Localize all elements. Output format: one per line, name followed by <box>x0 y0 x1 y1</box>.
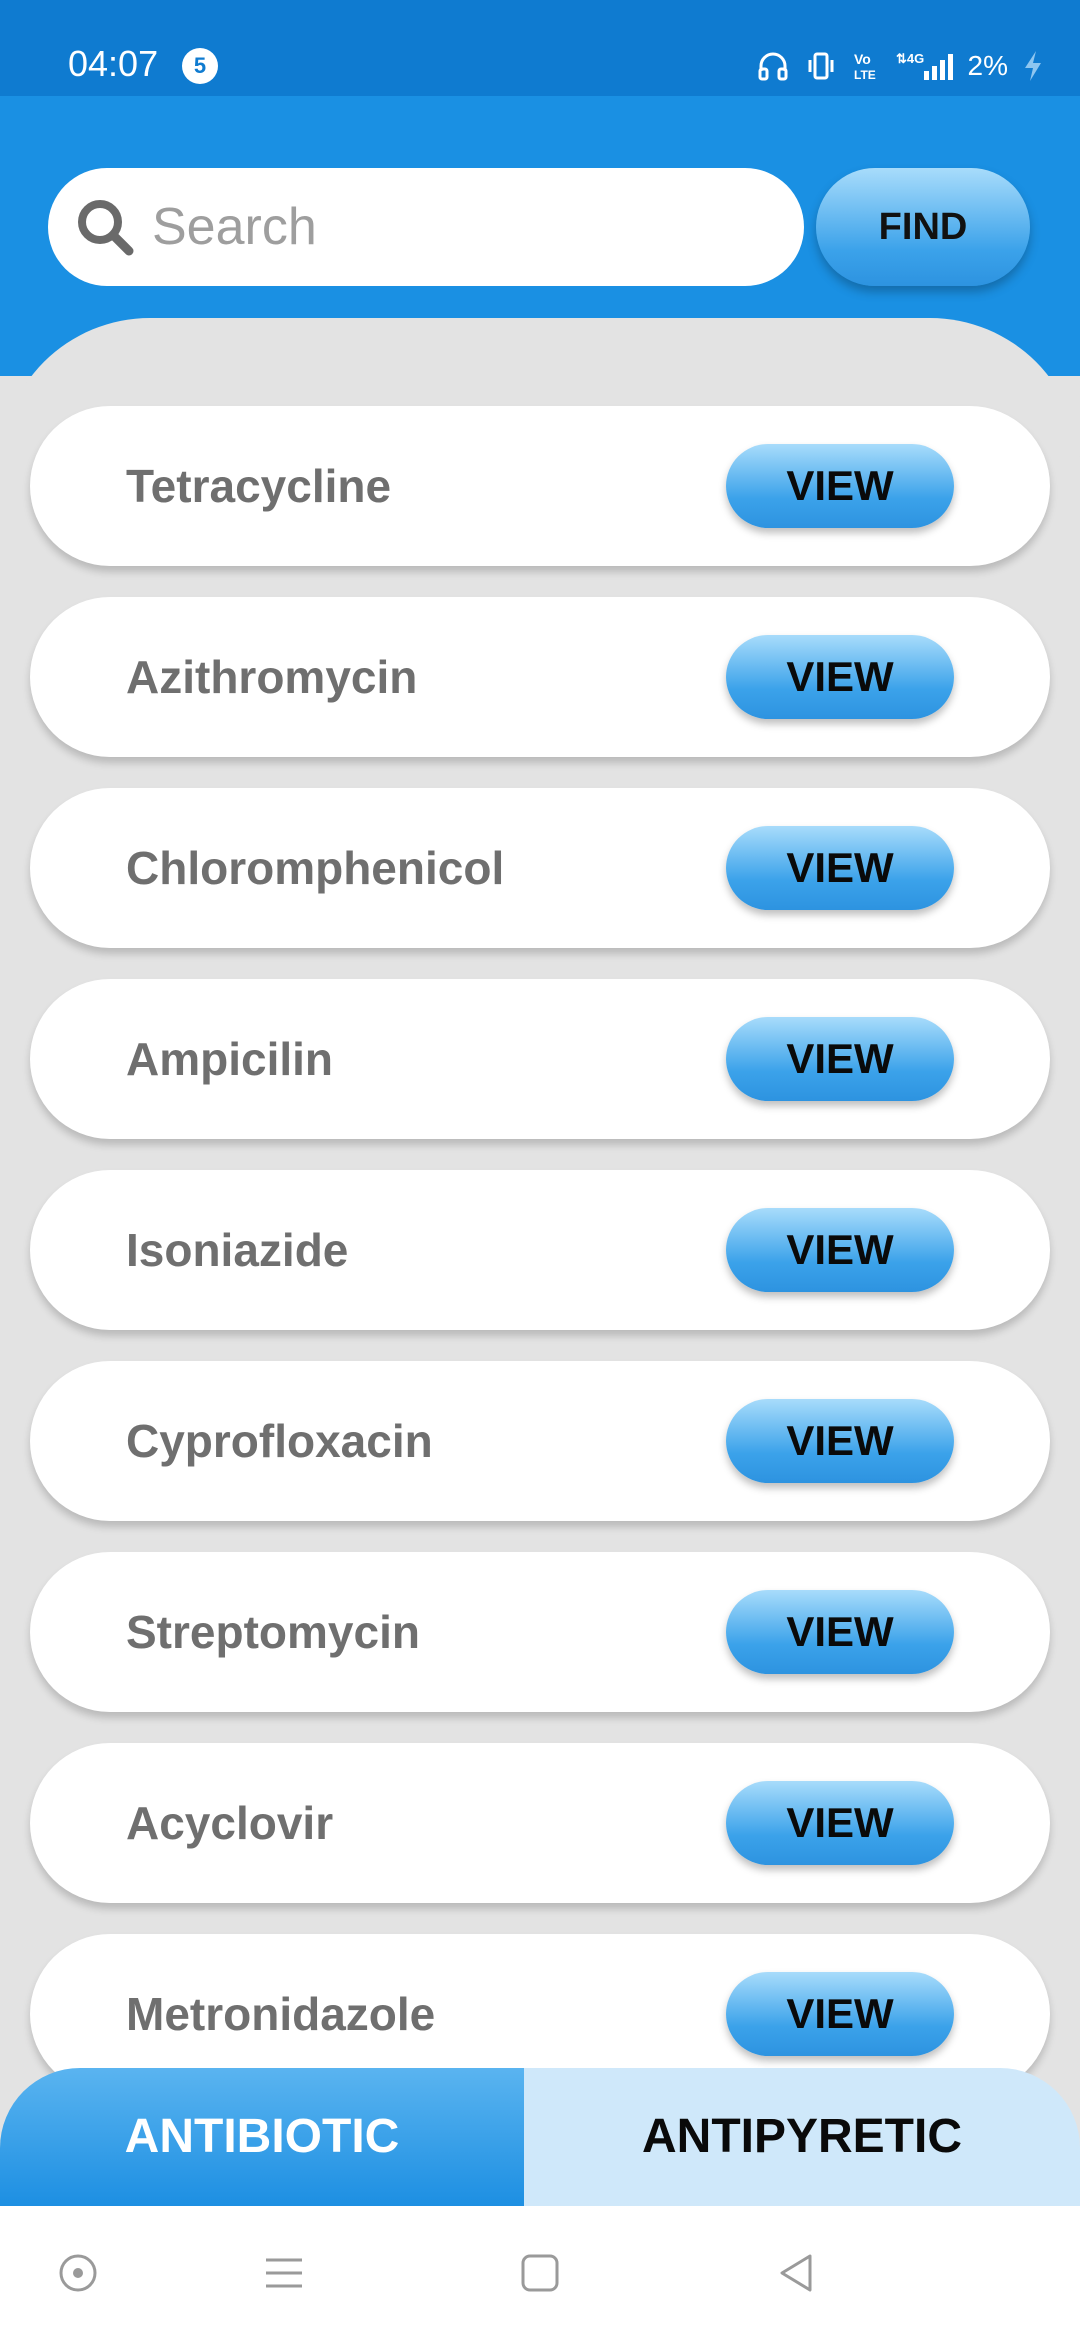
view-button[interactable]: VIEW <box>726 1208 954 1292</box>
search-input[interactable] <box>150 196 754 258</box>
view-button[interactable]: VIEW <box>726 635 954 719</box>
list-item: Tetracycline VIEW <box>30 406 1050 566</box>
medicine-name: Ampicilin <box>126 1033 334 1085</box>
view-button[interactable]: VIEW <box>726 1781 954 1865</box>
list-item: Chloromphenicol VIEW <box>30 788 1050 948</box>
back-icon[interactable] <box>774 2251 818 2295</box>
battery-percent: 2% <box>967 50 1008 81</box>
view-button[interactable]: VIEW <box>726 1590 954 1674</box>
view-button[interactable]: VIEW <box>726 1017 954 1101</box>
status-icons: Vo LTE ⇅4G 2% <box>756 46 1044 86</box>
list-item: Azithromycin VIEW <box>30 597 1050 757</box>
assistant-icon[interactable] <box>56 2251 100 2295</box>
tab-antipyretic[interactable]: ANTIPYRETIC <box>524 2068 1080 2206</box>
status-time: 04:07 <box>68 43 159 84</box>
menu-icon[interactable] <box>262 2251 306 2295</box>
vibrate-icon <box>808 52 834 80</box>
view-button[interactable]: VIEW <box>726 1399 954 1483</box>
list-item: Cyprofloxacin VIEW <box>30 1361 1050 1521</box>
medicine-name: Azithromycin <box>126 651 418 703</box>
status-bar: 04:07 5 Vo LTE ⇅4G 2% <box>0 0 1080 96</box>
medicine-name: Tetracycline <box>126 460 392 512</box>
medicine-list-panel: Tetracycline VIEW Azithromycin VIEW Chlo… <box>0 318 1080 2118</box>
medicine-name: Cyprofloxacin <box>126 1415 433 1467</box>
medicine-list: Tetracycline VIEW Azithromycin VIEW Chlo… <box>30 406 1050 2125</box>
medicine-name: Streptomycin <box>126 1606 420 1658</box>
medicine-name: Isoniazide <box>126 1224 349 1276</box>
view-button[interactable]: VIEW <box>726 1972 954 2056</box>
battery-charging-icon <box>1025 51 1041 81</box>
search-icon <box>78 200 134 256</box>
volte-icon: Vo LTE <box>854 51 876 82</box>
find-button[interactable]: FIND <box>816 168 1030 286</box>
system-navigation-bar <box>0 2206 1080 2340</box>
notification-badge: 5 <box>182 48 218 84</box>
view-button[interactable]: VIEW <box>726 826 954 910</box>
list-item: Isoniazide VIEW <box>30 1170 1050 1330</box>
4g-signal-icon: ⇅4G <box>896 51 953 80</box>
medicine-name: Chloromphenicol <box>126 842 505 894</box>
list-item: Ampicilin VIEW <box>30 979 1050 1139</box>
medicine-name: Acyclovir <box>126 1797 334 1849</box>
list-item: Streptomycin VIEW <box>30 1552 1050 1712</box>
svg-text:⇅4G: ⇅4G <box>896 51 924 66</box>
list-item: Acyclovir VIEW <box>30 1743 1050 1903</box>
search-bar[interactable] <box>48 168 804 286</box>
category-tabs: ANTIBIOTIC ANTIPYRETIC <box>0 2068 1080 2206</box>
headset-icon <box>758 52 788 81</box>
tab-antibiotic[interactable]: ANTIBIOTIC <box>0 2068 524 2206</box>
view-button[interactable]: VIEW <box>726 444 954 528</box>
svg-text:LTE: LTE <box>854 68 876 82</box>
home-icon[interactable] <box>518 2251 562 2295</box>
svg-text:Vo: Vo <box>854 51 871 67</box>
